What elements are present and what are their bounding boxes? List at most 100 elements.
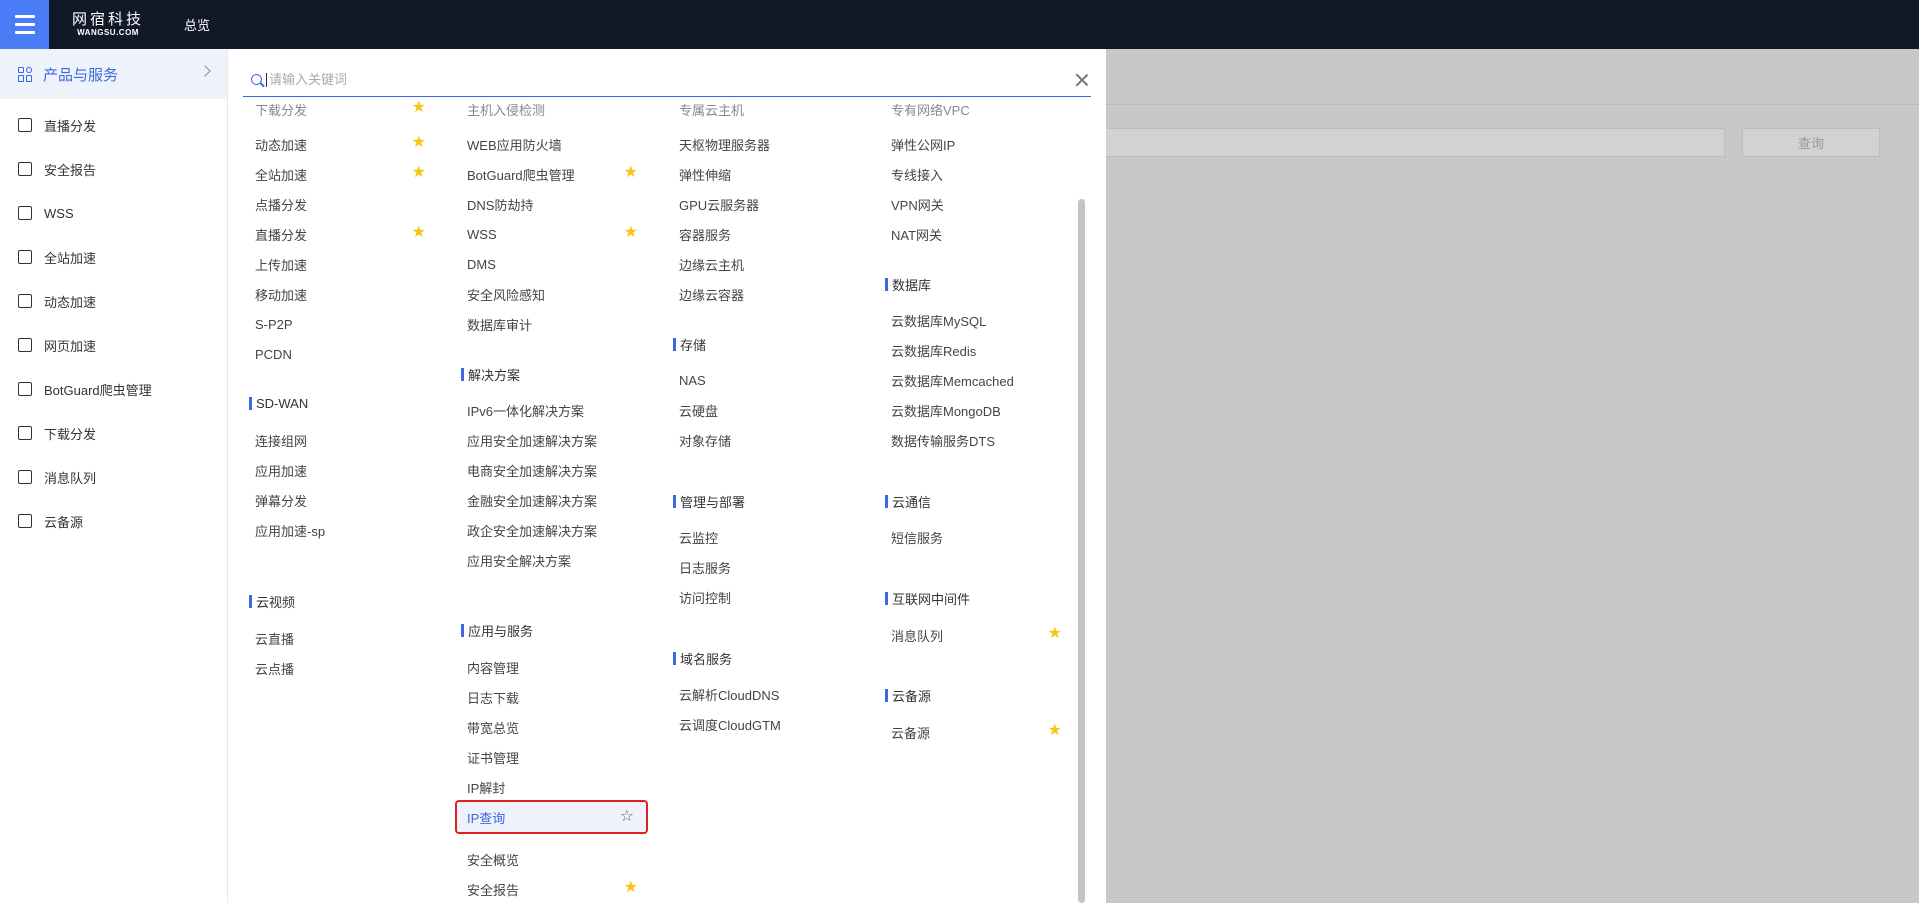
star-icon[interactable]: ★ <box>1048 723 1062 739</box>
product-item[interactable]: 消息队列 ★ <box>879 623 1074 647</box>
product-item[interactable]: 全站加速 ★ <box>243 162 438 186</box>
product-item-partial[interactable]: 主机入侵检测 <box>455 97 650 121</box>
product-item[interactable]: 容器服务 <box>667 222 862 246</box>
product-item[interactable]: 金融安全加速解决方案 <box>455 488 650 512</box>
product-item[interactable]: 带宽总览 <box>455 715 650 739</box>
product-item[interactable]: 专线接入 <box>879 162 1074 186</box>
star-icon[interactable]: ★ <box>412 165 426 181</box>
sidebar-item[interactable]: BotGuard爬虫管理 <box>0 367 227 411</box>
product-item[interactable]: 安全概览 <box>455 847 650 871</box>
product-item-label: PCDN <box>255 346 292 362</box>
page-overlay[interactable] <box>1106 49 1919 903</box>
product-item[interactable]: 弹性伸缩 <box>667 162 862 186</box>
product-item[interactable]: 应用安全解决方案 <box>455 548 650 572</box>
product-item[interactable]: IPv6一体化解决方案 <box>455 398 650 422</box>
product-item[interactable]: 访问控制 <box>667 585 862 609</box>
product-item[interactable]: 安全报告 ★ <box>455 877 650 901</box>
product-item[interactable]: 日志服务 <box>667 555 862 579</box>
star-icon[interactable]: ★ <box>412 135 426 151</box>
sidebar-products-services[interactable]: 产品与服务 <box>0 49 227 99</box>
sidebar-item[interactable]: 网页加速 <box>0 323 227 367</box>
product-item[interactable]: 云数据库Memcached <box>879 368 1074 392</box>
product-item-partial[interactable]: 专属云主机 <box>667 97 862 121</box>
product-item[interactable]: VPN网关 <box>879 192 1074 216</box>
product-item[interactable]: GPU云服务器 <box>667 192 862 216</box>
star-outline-icon[interactable]: ☆ <box>620 809 634 825</box>
menu-icon[interactable] <box>0 0 49 49</box>
sidebar-item[interactable]: 动态加速 <box>0 279 227 323</box>
product-item-partial[interactable]: 专有网络VPC <box>879 97 1074 121</box>
product-item[interactable]: 连接组网 <box>243 428 438 452</box>
product-item[interactable]: 云数据库MongoDB <box>879 398 1074 422</box>
product-item[interactable]: 日志下载 <box>455 685 650 709</box>
product-item[interactable]: 云硬盘 <box>667 398 862 422</box>
product-item[interactable]: 应用加速-sp <box>243 518 438 542</box>
product-item[interactable]: S-P2P <box>243 312 438 336</box>
sidebar-item[interactable]: 全站加速 <box>0 235 227 279</box>
product-item[interactable]: 云解析CloudDNS <box>667 682 862 706</box>
product-item-partial[interactable]: 下载分发 ★ <box>243 97 438 121</box>
product-panel: 下载分发 ★ 动态加速 ★ 全站加速 ★ 点播分发直播分发 ★ 上传加速移动加速 S-P2P PCD… <box>229 49 1106 903</box>
product-item[interactable]: 应用安全加速解决方案 <box>455 428 650 452</box>
product-item[interactable]: IP解封 <box>455 775 650 799</box>
product-item[interactable]: 电商安全加速解决方案 <box>455 458 650 482</box>
scrollbar-thumb[interactable] <box>1078 199 1085 903</box>
product-item[interactable]: 应用加速 <box>243 458 438 482</box>
star-icon[interactable]: ★ <box>1048 626 1062 642</box>
product-item[interactable]: 上传加速 <box>243 252 438 276</box>
product-item[interactable]: 云数据库MySQL <box>879 308 1074 332</box>
sidebar-item[interactable]: 下载分发 <box>0 411 227 455</box>
product-item[interactable]: DMS <box>455 252 650 276</box>
product-item[interactable]: 云调度CloudGTM <box>667 712 862 736</box>
product-item[interactable]: 证书管理 <box>455 745 650 769</box>
product-item-label: 应用安全解决方案 <box>467 553 572 569</box>
product-item[interactable]: 云数据库Redis <box>879 338 1074 362</box>
product-item[interactable]: NAT网关 <box>879 222 1074 246</box>
product-item[interactable]: 点播分发 <box>243 192 438 216</box>
product-item[interactable]: 云点播 <box>243 656 438 680</box>
star-icon[interactable]: ★ <box>624 880 638 896</box>
product-item[interactable]: 移动加速 <box>243 282 438 306</box>
sidebar-item[interactable]: 安全报告 <box>0 147 227 191</box>
product-item[interactable]: 安全风险感知 <box>455 282 650 306</box>
product-item[interactable]: NAS <box>667 368 862 392</box>
product-item[interactable]: 弹幕分发 <box>243 488 438 512</box>
sidebar-item[interactable]: 直播分发 <box>0 103 227 147</box>
sidebar-item[interactable]: 云备源 <box>0 499 227 543</box>
product-item[interactable]: 云备源 ★ <box>879 720 1074 744</box>
product-item[interactable]: WSS ★ <box>455 222 650 246</box>
star-icon[interactable]: ★ <box>412 100 426 116</box>
search-input[interactable] <box>269 72 1029 87</box>
product-item[interactable]: 边缘云主机 <box>667 252 862 276</box>
star-icon[interactable]: ★ <box>412 225 426 241</box>
product-item[interactable]: 云直播 <box>243 626 438 650</box>
product-item[interactable]: 短信服务 <box>879 525 1074 549</box>
product-item-label: 动态加速 <box>255 137 308 153</box>
category-title: 应用与服务 <box>461 618 533 642</box>
product-item[interactable]: BotGuard爬虫管理 ★ <box>455 162 650 186</box>
product-item[interactable]: 内容管理 <box>455 655 650 679</box>
product-item[interactable]: 弹性公网IP <box>879 132 1074 156</box>
sidebar-item[interactable]: 消息队列 <box>0 455 227 499</box>
logo[interactable]: 网宿科技 WANGSU.COM <box>72 12 144 37</box>
product-item-selected[interactable]: IP查询 ☆ <box>455 800 648 834</box>
product-item[interactable]: 边缘云容器 <box>667 282 862 306</box>
product-item[interactable]: PCDN <box>243 342 438 366</box>
star-icon[interactable]: ★ <box>624 165 638 181</box>
close-icon[interactable] <box>1075 73 1089 87</box>
product-item[interactable]: 对象存储 <box>667 428 862 452</box>
product-item[interactable]: 天枢物理服务器 <box>667 132 862 156</box>
product-item[interactable]: 政企安全加速解决方案 <box>455 518 650 542</box>
product-item[interactable]: 云监控 <box>667 525 862 549</box>
product-item[interactable]: WEB应用防火墙 <box>455 132 650 156</box>
bg-query-input <box>1106 128 1725 157</box>
product-item-label: 弹性公网IP <box>891 137 956 153</box>
product-item[interactable]: DNS防劫持 <box>455 192 650 216</box>
star-icon[interactable]: ★ <box>624 225 638 241</box>
product-item[interactable]: 数据传输服务DTS <box>879 428 1074 452</box>
product-item[interactable]: 动态加速 ★ <box>243 132 438 156</box>
sidebar-item[interactable]: WSS <box>0 191 227 235</box>
product-item[interactable]: 直播分发 ★ <box>243 222 438 246</box>
overview-link[interactable]: 总览 <box>184 15 210 34</box>
product-item[interactable]: 数据库审计 <box>455 312 650 336</box>
